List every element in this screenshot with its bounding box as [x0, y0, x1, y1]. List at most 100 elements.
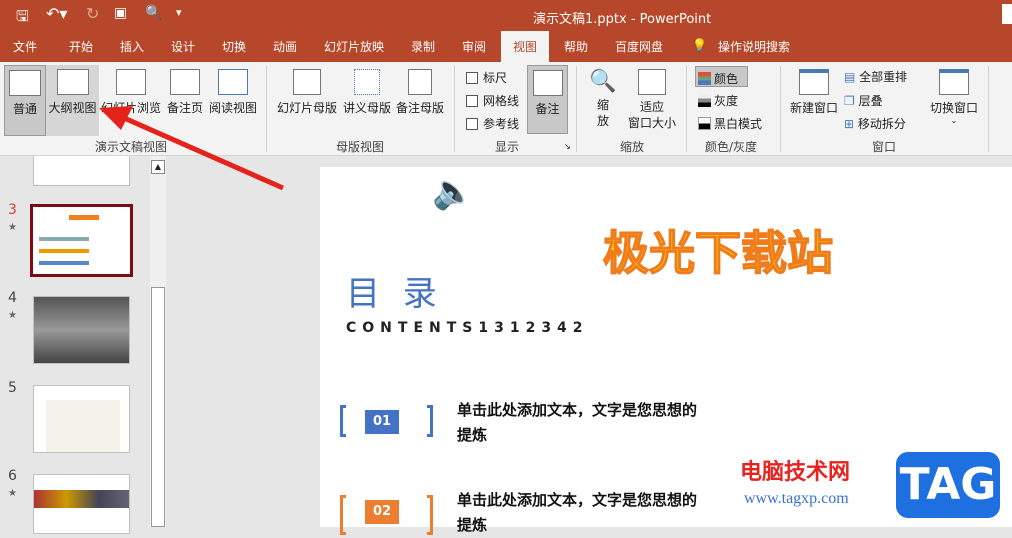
notes-page-icon	[170, 69, 200, 95]
divider	[576, 66, 577, 152]
label: 黑白模式	[714, 117, 763, 131]
tab-design[interactable]: 设计	[171, 38, 195, 55]
watermark-site: 电脑技术网	[740, 460, 851, 485]
label: 大纲视图	[48, 101, 97, 115]
red-arrow-annotation	[99, 106, 285, 191]
label: 灰度	[714, 94, 739, 108]
tab-animations[interactable]: 动画	[273, 38, 297, 55]
tab-record[interactable]: 录制	[411, 38, 435, 55]
label: 标尺	[483, 71, 508, 85]
handout-master-button[interactable]: 讲义母版	[341, 69, 393, 116]
notes-master-icon	[408, 69, 432, 95]
animation-star-icon: ★	[8, 310, 17, 321]
undo-icon[interactable]: ↶▾	[46, 4, 67, 23]
cascade-button[interactable]: ❐ 层叠	[844, 92, 883, 109]
dialog-launcher-icon[interactable]: ↘	[564, 142, 571, 151]
divider	[988, 66, 989, 152]
label: 颜色	[714, 72, 739, 86]
ribbon-tabs: 文件 开始 插入 设计 切换 动画 幻灯片放映 录制 审阅 视图 帮助 百度网盘…	[0, 31, 1012, 62]
handout-master-icon	[354, 69, 380, 95]
slide-number: 3	[8, 202, 17, 218]
animation-star-icon: ★	[8, 222, 17, 233]
window-title: 演示文稿1.pptx - PowerPoint	[533, 12, 712, 27]
arrange-icon: ▤	[844, 70, 860, 84]
item-text[interactable]: 单击此处添加文本，文字是您思想的提炼	[457, 488, 702, 538]
slide-master-icon	[293, 69, 321, 95]
label: 移动拆分	[857, 117, 906, 131]
tab-slideshow[interactable]: 幻灯片放映	[324, 38, 384, 55]
group-label: 缩放	[620, 140, 645, 154]
normal-view-button[interactable]: 普通	[4, 65, 46, 136]
print-preview-icon[interactable]: 🔍	[145, 5, 162, 21]
animation-star-icon: ★	[8, 488, 17, 499]
group-label: 窗口	[872, 140, 897, 154]
slide-number: 4	[8, 290, 17, 306]
color-button[interactable]: 颜色	[695, 66, 748, 87]
account-button[interactable]	[1002, 4, 1012, 24]
fit-window-icon	[638, 69, 666, 95]
normal-view-icon	[9, 70, 41, 96]
label: 全部重排	[859, 70, 908, 84]
fit-to-window-button[interactable]: 适应 窗口大小	[625, 69, 679, 131]
tab-view[interactable]: 视图	[501, 31, 550, 62]
arrange-all-button[interactable]: ▤ 全部重排	[844, 68, 907, 85]
magnifier-icon: 🔍	[589, 69, 617, 94]
outline-view-button[interactable]: 大纲视图	[46, 65, 99, 136]
label: 切换窗口	[929, 101, 978, 115]
slide-banner: 极光下载站	[602, 225, 834, 281]
label: 适应 窗口大小	[627, 100, 676, 130]
guides-checkbox[interactable]: 参考线	[466, 115, 519, 132]
notes-button[interactable]: 备注	[527, 65, 568, 134]
gridlines-checkbox[interactable]: 网格线	[466, 92, 519, 109]
slide-thumbnail-5[interactable]	[33, 385, 130, 453]
scroll-thumb[interactable]	[151, 287, 165, 527]
item-number-badge: 01	[365, 410, 399, 434]
item-number-badge: 02	[365, 500, 399, 524]
move-split-button[interactable]: ⊞ 移动拆分	[844, 115, 906, 132]
notes-master-button[interactable]: 备注母版	[394, 69, 446, 116]
notes-icon	[532, 70, 563, 96]
redo-icon[interactable]: ↻	[86, 4, 99, 23]
save-icon[interactable]: 🖫	[16, 6, 29, 31]
slide-thumbnail-4[interactable]	[33, 296, 130, 364]
watermark-url: www.tagxp.com	[744, 490, 849, 507]
label: 参考线	[483, 117, 520, 131]
tab-home[interactable]: 开始	[69, 38, 93, 55]
label: 讲义母版	[342, 101, 391, 115]
group-label: 母版视图	[336, 140, 385, 154]
grayscale-icon	[698, 94, 711, 107]
label: 缩 放	[596, 98, 609, 128]
black-white-button[interactable]: 黑白模式	[698, 115, 762, 132]
slide-thumbnail-6[interactable]	[33, 474, 130, 534]
present-icon[interactable]: ▣	[114, 5, 127, 21]
customize-toolbar-icon[interactable]: ▾	[176, 6, 182, 19]
bracket-left	[340, 495, 346, 535]
grayscale-button[interactable]: 灰度	[698, 92, 738, 109]
divider	[454, 66, 455, 152]
switch-window-button[interactable]: 切换窗口 ⌄	[926, 69, 982, 125]
tab-transitions[interactable]: 切换	[222, 38, 246, 55]
label: 备注母版	[395, 101, 444, 115]
slide-thumbnail-3-selected[interactable]	[30, 204, 133, 277]
ruler-checkbox[interactable]: 标尺	[466, 69, 507, 86]
chevron-down-icon: ⌄	[950, 116, 958, 125]
color-swatch-icon	[698, 72, 711, 85]
new-window-button[interactable]: 新建窗口	[788, 69, 840, 116]
tab-help[interactable]: 帮助	[564, 38, 588, 55]
group-label: 显示	[495, 140, 520, 154]
label: 层叠	[858, 94, 883, 108]
tab-file[interactable]: 文件	[13, 38, 37, 55]
tab-review[interactable]: 审阅	[462, 38, 486, 55]
tab-insert[interactable]: 插入	[120, 38, 144, 55]
new-window-icon	[799, 69, 829, 95]
tab-baidu[interactable]: 百度网盘	[615, 38, 663, 55]
switch-window-icon	[939, 69, 969, 95]
tell-me-search[interactable]: 操作说明搜索	[718, 38, 790, 55]
label: 网格线	[483, 94, 520, 108]
item-text[interactable]: 单击此处添加文本，文字是您思想的提炼	[457, 398, 702, 448]
zoom-button[interactable]: 🔍 缩 放	[588, 67, 618, 129]
speaker-icon[interactable]: 🔈	[432, 172, 474, 212]
thumbnail-scrollbar[interactable]: ▲	[150, 156, 166, 527]
cascade-icon: ❐	[844, 94, 859, 108]
lightbulb-icon: 💡	[692, 38, 707, 52]
